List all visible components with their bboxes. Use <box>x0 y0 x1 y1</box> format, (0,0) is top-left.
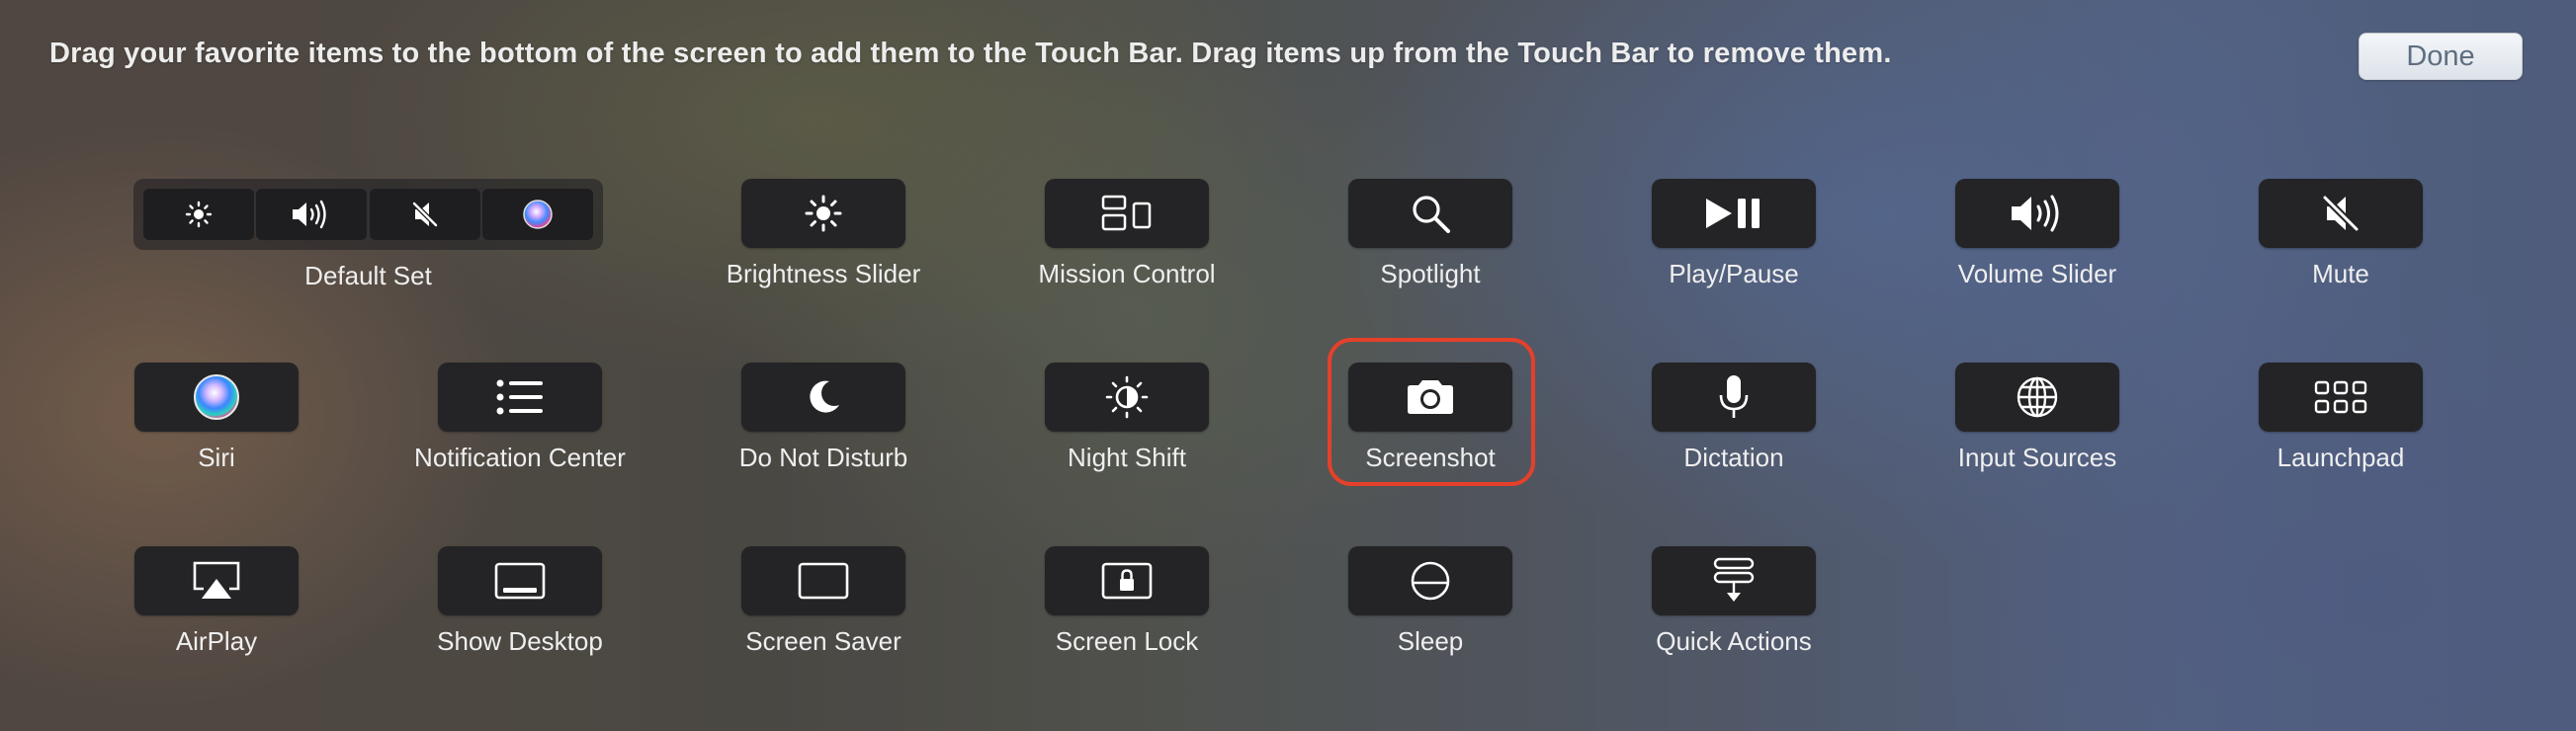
item-label: Launchpad <box>2276 443 2405 472</box>
play-pause-button[interactable] <box>1652 179 1816 248</box>
item-label: Brightness Slider <box>726 259 921 288</box>
mute-icon <box>410 200 440 229</box>
screen-lock-button[interactable] <box>1045 546 1209 615</box>
item-label: Do Not Disturb <box>738 443 908 472</box>
dictation-button[interactable] <box>1652 363 1816 432</box>
search-icon <box>1409 192 1452 235</box>
default-set-brightness <box>143 189 254 240</box>
item-label: Quick Actions <box>1656 626 1812 656</box>
item-label: Mute <box>2312 259 2369 288</box>
item-label: Spotlight <box>1380 259 1481 288</box>
item-label: AirPlay <box>175 626 258 656</box>
show-desktop-button[interactable] <box>438 546 602 615</box>
desktop-icon <box>493 561 547 601</box>
night-shift-button[interactable] <box>1045 363 1209 432</box>
siri-icon <box>192 372 241 422</box>
airplay-button[interactable] <box>134 546 299 615</box>
item-label: Mission Control <box>1038 259 1216 288</box>
item-label: Siri <box>198 443 235 472</box>
item-label: Play/Pause <box>1669 259 1799 288</box>
item-label: Screen Saver <box>745 626 902 656</box>
brightness-icon <box>185 201 213 228</box>
screen-saver-icon <box>797 561 850 601</box>
volume-slider-button[interactable] <box>1955 179 2119 248</box>
default-set-mute <box>369 189 480 240</box>
airplay-icon <box>190 559 243 603</box>
moon-icon <box>804 377 843 417</box>
grid-icon <box>2313 379 2368 415</box>
instruction-text: Drag your favorite items to the bottom o… <box>49 38 1892 69</box>
spotlight-button[interactable] <box>1348 179 1512 248</box>
input-sources-button[interactable] <box>1955 363 2119 432</box>
mute-button[interactable] <box>2259 179 2423 248</box>
notification-center-button[interactable] <box>438 363 602 432</box>
sleep-button[interactable] <box>1348 546 1512 615</box>
do-not-disturb-button[interactable] <box>741 363 905 432</box>
siri-icon <box>522 199 554 230</box>
play-pause-icon <box>1702 196 1765 231</box>
done-button[interactable]: Done <box>2359 33 2523 80</box>
item-label: Show Desktop <box>437 626 603 656</box>
launchpad-button[interactable] <box>2259 363 2423 432</box>
sleep-icon <box>1409 559 1452 603</box>
quick-actions-icon <box>1709 556 1759 606</box>
item-label: Screen Lock <box>1055 626 1199 656</box>
volume-icon <box>290 200 333 229</box>
brightness-icon <box>804 194 843 233</box>
mute-icon <box>2319 192 2362 235</box>
item-label: Dictation <box>1683 443 1784 472</box>
item-label: Input Sources <box>1957 443 2117 472</box>
lock-icon <box>1100 561 1154 601</box>
mission-control-button[interactable] <box>1045 179 1209 248</box>
mission-control-icon <box>1100 194 1154 233</box>
item-label: Sleep <box>1397 626 1464 656</box>
quick-actions-button[interactable] <box>1652 546 1816 615</box>
microphone-icon <box>1717 373 1751 421</box>
globe-icon <box>2015 374 2060 420</box>
siri-button[interactable] <box>134 363 299 432</box>
list-icon <box>495 378 545 416</box>
item-label: Volume Slider <box>1957 259 2117 288</box>
default-set-volume <box>256 189 368 240</box>
night-shift-icon <box>1104 374 1150 420</box>
brightness-slider-button[interactable] <box>741 179 905 248</box>
volume-icon <box>2008 193 2067 234</box>
item-label: Notification Center <box>414 443 626 472</box>
screenshot-highlight-ring <box>1328 338 1535 486</box>
default-set-strip[interactable] <box>133 179 603 250</box>
default-set-siri <box>481 189 593 240</box>
customize-overlay <box>0 0 2576 731</box>
default-set-label: Default Set <box>304 261 432 290</box>
screen-saver-button[interactable] <box>741 546 905 615</box>
item-label: Night Shift <box>1068 443 1186 472</box>
